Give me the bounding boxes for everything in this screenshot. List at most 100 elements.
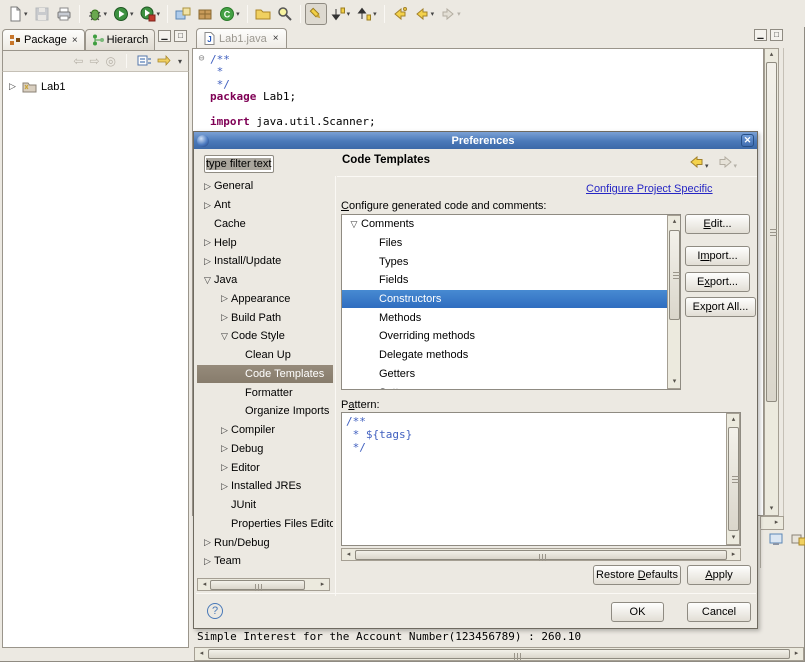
external-tools-button[interactable]: ▾ <box>137 3 164 25</box>
pref-tree-item-ant[interactable]: ▷Ant <box>197 196 333 215</box>
scroll-left-icon[interactable]: ◂ <box>195 648 208 660</box>
pref-tree-item-formatter[interactable]: Formatter <box>197 383 333 402</box>
new-button[interactable]: ▾ <box>4 3 31 25</box>
restore-defaults-button[interactable]: Restore Defaults <box>593 565 681 585</box>
pattern-vertical-scrollbar[interactable]: ▴ ▾ <box>726 413 740 545</box>
scroll-right-icon[interactable]: ▸ <box>316 579 329 591</box>
export-button[interactable]: Export... <box>685 272 750 292</box>
pref-tree-item-java[interactable]: ▽Java <box>197 271 333 290</box>
previous-annotation-button[interactable]: ▾ <box>353 3 380 25</box>
template-item-delegate-methods[interactable]: Delegate methods <box>342 346 680 365</box>
save-button[interactable] <box>31 3 53 25</box>
pref-tree-item-clean-up[interactable]: Clean Up <box>197 346 333 365</box>
template-item-getters[interactable]: Getters <box>342 365 680 384</box>
collapsed-arrow-icon[interactable]: ▷ <box>201 537 214 548</box>
tab-hierarchy[interactable]: Hierarch <box>85 29 156 50</box>
scroll-down-icon[interactable]: ▾ <box>668 376 681 388</box>
template-item-comments[interactable]: ▽Comments <box>342 215 680 234</box>
forward-icon[interactable]: ⇨ <box>89 54 99 68</box>
scroll-up-icon[interactable]: ▴ <box>765 49 778 61</box>
collapsed-arrow-icon[interactable]: ▷ <box>201 256 214 267</box>
pattern-horizontal-scrollbar[interactable]: ◂ ▸ <box>341 548 741 561</box>
template-item-fields[interactable]: Fields <box>342 271 680 290</box>
minimize-icon[interactable]: ▁ <box>158 30 171 42</box>
close-icon[interactable]: × <box>273 33 279 44</box>
scrollbar-thumb[interactable] <box>669 230 680 320</box>
scrollbar-thumb[interactable] <box>766 62 777 402</box>
collapsed-arrow-icon[interactable]: ▷ <box>218 481 231 492</box>
collapsed-arrow-icon[interactable]: ▷ <box>218 293 231 304</box>
pref-tree-item-appearance[interactable]: ▷Appearance <box>197 290 333 309</box>
pref-tree-item-run-debug[interactable]: ▷Run/Debug <box>197 533 333 552</box>
export-all-button[interactable]: Export All... <box>685 297 756 317</box>
expanded-arrow-icon[interactable]: ▽ <box>347 219 361 230</box>
dialog-close-button[interactable]: ✕ <box>741 134 754 147</box>
pattern-textarea[interactable]: ▴ ▾ /** * ${tags} */ <box>341 412 741 546</box>
go-into-icon[interactable]: ◎ <box>106 54 116 68</box>
template-item-setters[interactable]: Setters <box>342 383 680 390</box>
template-item-types[interactable]: Types <box>342 252 680 271</box>
apply-button[interactable]: Apply <box>687 565 751 585</box>
template-item-files[interactable]: Files <box>342 234 680 253</box>
maximize-icon[interactable]: □ <box>174 30 187 42</box>
close-icon[interactable]: × <box>72 35 78 46</box>
import-button[interactable]: Import... <box>685 246 750 266</box>
view-menu-icon[interactable]: ▾ <box>178 57 182 66</box>
template-item-constructors[interactable]: Constructors <box>342 290 680 309</box>
dialog-titlebar[interactable]: Preferences <box>194 132 757 149</box>
scroll-up-icon[interactable]: ▴ <box>727 414 740 426</box>
debug-button[interactable]: ▾ <box>84 3 111 25</box>
pref-tree-item-help[interactable]: ▷Help <box>197 233 333 252</box>
collapsed-arrow-icon[interactable]: ▷ <box>201 556 214 567</box>
scroll-down-icon[interactable]: ▾ <box>765 503 778 515</box>
next-annotation-button[interactable]: ▾ <box>327 3 354 25</box>
pin-console-icon[interactable] <box>791 532 805 546</box>
list-vertical-scrollbar[interactable]: ▴ ▾ <box>667 215 681 389</box>
pref-tree-item-junit[interactable]: JUnit <box>197 496 333 515</box>
collapsed-arrow-icon[interactable]: ▷ <box>201 237 214 248</box>
scroll-left-icon[interactable]: ◂ <box>342 549 355 561</box>
tab-lab1-java[interactable]: J Lab1.java × <box>196 28 287 48</box>
scrollbar-thumb[interactable] <box>355 550 727 560</box>
link-with-editor-icon[interactable] <box>157 54 171 68</box>
edit-button[interactable]: Edit... <box>685 214 750 234</box>
pref-tree-item-team[interactable]: ▷Team <box>197 552 333 571</box>
scrollbar-thumb[interactable] <box>208 649 790 659</box>
tab-package-explorer[interactable]: Package × <box>2 29 85 50</box>
back-icon[interactable]: ⇦ <box>73 54 83 68</box>
back-button[interactable]: ▾ <box>690 156 709 171</box>
mark-occurrences-toggle[interactable] <box>305 3 327 25</box>
scroll-right-icon[interactable]: ▸ <box>790 648 803 660</box>
collapsed-arrow-icon[interactable]: ▷ <box>218 443 231 454</box>
pref-tree-item-compiler[interactable]: ▷Compiler <box>197 421 333 440</box>
collapse-all-icon[interactable] <box>137 54 151 68</box>
open-folder-button[interactable] <box>252 3 274 25</box>
collapsed-arrow-icon[interactable]: ▷ <box>218 425 231 436</box>
pref-tree-item-properties-files-editor[interactable]: Properties Files Editor <box>197 515 333 534</box>
minimize-icon[interactable]: ▁ <box>754 29 767 41</box>
editor-vertical-scrollbar[interactable]: ▴ ▾ <box>764 48 779 516</box>
ok-button[interactable]: OK <box>611 602 664 622</box>
new-package-button[interactable] <box>194 3 216 25</box>
project-lab1[interactable]: ▷ Lab1 <box>3 78 188 95</box>
forward-button[interactable]: ▾ <box>718 156 737 171</box>
expand-arrow-icon[interactable]: ▷ <box>9 81 18 92</box>
pref-tree-item-editor[interactable]: ▷Editor <box>197 458 333 477</box>
pref-tree-item-debug[interactable]: ▷Debug <box>197 440 333 459</box>
expanded-arrow-icon[interactable]: ▽ <box>201 275 214 286</box>
scroll-down-icon[interactable]: ▾ <box>727 532 740 544</box>
template-item-overriding-methods[interactable]: Overriding methods <box>342 327 680 346</box>
fold-collapse-icon[interactable]: ⊖ <box>193 53 210 65</box>
run-button[interactable]: ▾ <box>110 3 137 25</box>
filter-input[interactable]: type filter text <box>204 155 274 173</box>
help-icon[interactable]: ? <box>207 603 223 619</box>
pref-tree-item-install-update[interactable]: ▷Install/Update <box>197 252 333 271</box>
search-button[interactable] <box>274 3 296 25</box>
collapsed-arrow-icon[interactable]: ▷ <box>218 462 231 473</box>
pref-tree-item-build-path[interactable]: ▷Build Path <box>197 308 333 327</box>
pref-tree-item-installed-jres[interactable]: ▷Installed JREs <box>197 477 333 496</box>
back-button[interactable]: ▾ <box>411 3 438 25</box>
new-java-project-button[interactable] <box>172 3 194 25</box>
scrollbar-thumb[interactable] <box>728 427 739 531</box>
console-horizontal-scrollbar[interactable]: ◂ ▸ <box>194 647 804 661</box>
